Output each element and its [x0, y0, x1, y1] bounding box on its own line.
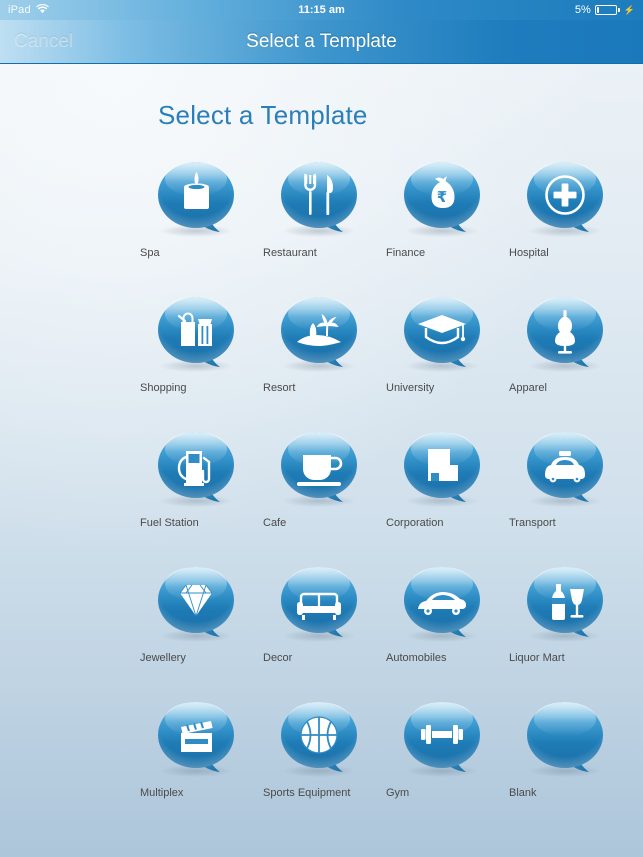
template-icon-bubble [279, 562, 359, 644]
template-icon-bubble [402, 292, 482, 374]
template-item-apparel[interactable]: Apparel [509, 284, 632, 419]
speech-bubble-shape [158, 162, 234, 232]
template-label: Shopping [140, 382, 187, 394]
template-label: Apparel [509, 382, 547, 394]
template-label: University [386, 382, 435, 394]
speech-bubble-shape [404, 702, 480, 772]
template-item-university[interactable]: University [386, 284, 509, 419]
template-grid: Spa Restaurant ₹ Finance Hospital Shoppi… [0, 149, 643, 824]
template-item-finance[interactable]: ₹ Finance [386, 149, 509, 284]
template-icon-bubble [156, 562, 236, 644]
template-item-transport[interactable]: Transport [509, 419, 632, 554]
template-label: Multiplex [140, 787, 184, 799]
template-item-decor[interactable]: Decor [263, 554, 386, 689]
template-item-cafe[interactable]: Cafe [263, 419, 386, 554]
template-label: Automobiles [386, 652, 447, 664]
speech-bubble-shape [404, 567, 480, 637]
speech-bubble-shape [404, 162, 480, 232]
template-item-jewellery[interactable]: Jewellery [140, 554, 263, 689]
template-icon-bubble: ₹ [402, 157, 482, 239]
template-label: Cafe [263, 517, 287, 529]
template-icon-bubble [525, 157, 605, 239]
battery-percent-label: 5% [574, 4, 591, 16]
device-name-label: iPad [8, 4, 31, 16]
template-icon-bubble [402, 427, 482, 509]
template-icon-bubble [525, 427, 605, 509]
template-item-resort[interactable]: Resort [263, 284, 386, 419]
template-item-automobiles[interactable]: Automobiles [386, 554, 509, 689]
navigation-bar: Cancel Select a Template [0, 20, 643, 64]
template-label: Fuel Station [140, 517, 199, 529]
template-item-hospital[interactable]: Hospital [509, 149, 632, 284]
speech-bubble-shape [404, 297, 480, 367]
template-icon-bubble [279, 292, 359, 374]
template-icon-bubble [279, 157, 359, 239]
battery-icon [594, 5, 620, 15]
template-label: Blank [509, 787, 537, 799]
template-label: Finance [386, 247, 426, 259]
wifi-icon [36, 3, 49, 17]
speech-bubble-shape [404, 432, 480, 502]
template-item-liquor-mart[interactable]: Liquor Mart [509, 554, 632, 689]
template-icon-bubble [402, 562, 482, 644]
status-bar-left: iPad [8, 3, 49, 17]
speech-bubble-shape [158, 432, 234, 502]
template-label: Decor [263, 652, 293, 664]
speech-bubble-shape [281, 162, 357, 232]
content-area: Select a Template Spa Restaurant ₹ Financ… [0, 100, 643, 824]
section-heading: Select a Template [158, 100, 368, 130]
template-label: Resort [263, 382, 296, 394]
speech-bubble-shape [527, 432, 603, 502]
template-label: Spa [140, 247, 160, 259]
template-label: Sports Equipment [263, 787, 351, 799]
template-item-blank[interactable]: Blank [509, 689, 632, 824]
page-title: Select a Template [246, 30, 397, 52]
speech-bubble-shape [158, 567, 234, 637]
template-label: Corporation [386, 517, 444, 529]
template-icon-bubble [279, 427, 359, 509]
template-label: Hospital [509, 247, 549, 259]
speech-bubble-shape [158, 702, 234, 772]
template-item-sports-equipment[interactable]: Sports Equipment [263, 689, 386, 824]
template-label: Liquor Mart [509, 652, 565, 664]
template-icon-bubble [156, 292, 236, 374]
template-label: Gym [386, 787, 410, 799]
speech-bubble-shape [527, 567, 603, 637]
speech-bubble-shape [281, 567, 357, 637]
template-item-shopping[interactable]: Shopping [140, 284, 263, 419]
speech-bubble-shape [158, 297, 234, 367]
template-icon-bubble [156, 157, 236, 239]
template-item-multiplex[interactable]: Multiplex [140, 689, 263, 824]
template-item-gym[interactable]: Gym [386, 689, 509, 824]
speech-bubble-shape [527, 162, 603, 232]
template-icon-bubble [525, 292, 605, 374]
template-icon-bubble [525, 697, 605, 779]
speech-bubble-shape [281, 702, 357, 772]
status-bar: iPad 11:15 am 5% ⚡ [0, 0, 643, 20]
template-label: Restaurant [263, 247, 317, 259]
speech-bubble-shape [527, 702, 603, 772]
lightning-bolt-icon: ⚡ [623, 4, 635, 15]
speech-bubble-shape [281, 297, 357, 367]
template-item-restaurant[interactable]: Restaurant [263, 149, 386, 284]
template-icon-bubble [525, 562, 605, 644]
template-label: Jewellery [140, 652, 186, 664]
template-item-fuel-station[interactable]: Fuel Station [140, 419, 263, 554]
template-item-spa[interactable]: Spa [140, 149, 263, 284]
template-icon-bubble [402, 697, 482, 779]
status-bar-right: 5% ⚡ [575, 4, 635, 16]
template-icon-bubble [279, 697, 359, 779]
template-label: Transport [509, 517, 556, 529]
speech-bubble-shape [527, 297, 603, 367]
speech-bubble-shape [281, 432, 357, 502]
status-bar-clock: 11:15 am [298, 4, 345, 16]
template-item-corporation[interactable]: Corporation [386, 419, 509, 554]
template-icon-bubble [156, 427, 236, 509]
template-icon-bubble [156, 697, 236, 779]
